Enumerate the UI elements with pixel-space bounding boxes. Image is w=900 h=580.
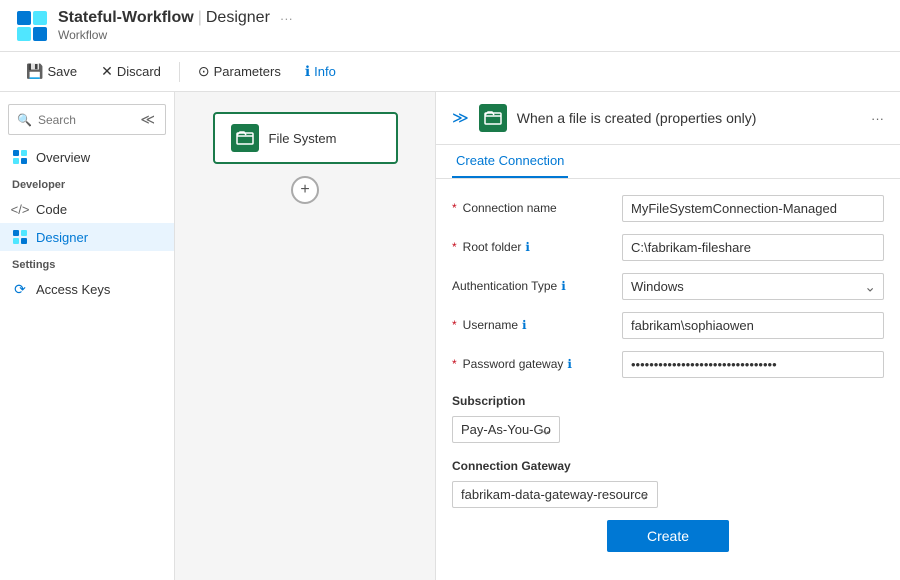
overview-label: Overview [36, 150, 90, 165]
title-divider: | [198, 9, 202, 27]
designer-icon [12, 229, 28, 245]
root-folder-info-icon[interactable]: ℹ [525, 240, 530, 254]
username-info-icon[interactable]: ℹ [522, 318, 527, 332]
info-icon: ℹ [305, 63, 310, 80]
search-box[interactable]: 🔍 ≪ [8, 104, 166, 135]
search-input[interactable] [38, 113, 132, 127]
connection-name-field [622, 195, 884, 222]
header-dots[interactable]: ··· [280, 11, 293, 26]
subscription-field: Pay-As-You-Go [452, 416, 560, 443]
auth-type-info-icon[interactable]: ℹ [561, 279, 566, 293]
add-icon: + [300, 181, 309, 199]
panel-header-title: When a file is created (properties only) [517, 110, 861, 126]
discard-button[interactable]: ✕ Discard [91, 59, 171, 84]
connection-name-label: * Connection name [452, 195, 612, 215]
app-section: Designer [206, 9, 270, 27]
panel-header-icon [479, 104, 507, 132]
toolbar: 💾 Save ✕ Discard ⊙ Parameters ℹ Info [0, 52, 900, 92]
search-icon: 🔍 [17, 113, 32, 127]
overview-icon [12, 149, 28, 165]
form-row-subscription: Subscription Pay-As-You-Go [452, 390, 884, 443]
form-row-gateway: Connection Gateway fabrikam-data-gateway… [452, 455, 884, 508]
username-label: * Username ℹ [452, 312, 612, 332]
auth-type-field: Windows Basic [622, 273, 884, 300]
sidebar: 🔍 ≪ Overview Developer </> Code Designer… [0, 92, 175, 580]
root-folder-label: * Root folder ℹ [452, 234, 612, 254]
access-keys-icon: ⟳ [12, 281, 28, 297]
developer-section: Developer [0, 171, 174, 195]
canvas-node-label: File System [269, 131, 337, 146]
root-folder-field [622, 234, 884, 261]
discard-icon: ✕ [101, 63, 113, 80]
sidebar-item-designer[interactable]: Designer [0, 223, 174, 251]
sidebar-item-overview[interactable]: Overview [0, 143, 174, 171]
form-row-password: * Password gateway ℹ [452, 351, 884, 378]
sidebar-item-access-keys[interactable]: ⟳ Access Keys [0, 275, 174, 303]
app-subtitle: Workflow [58, 28, 107, 42]
access-keys-label: Access Keys [36, 282, 110, 297]
info-button[interactable]: ℹ Info [295, 59, 346, 84]
panel-header: ≫ When a file is created (properties onl… [436, 92, 900, 145]
root-folder-input[interactable] [622, 234, 884, 261]
panel: ≫ When a file is created (properties onl… [435, 92, 900, 580]
main-layout: 🔍 ≪ Overview Developer </> Code Designer… [0, 92, 900, 580]
collapse-icon[interactable]: ≪ [138, 109, 157, 130]
canvas-node-file-system[interactable]: File System [213, 112, 398, 164]
panel-tabs: Create Connection [436, 145, 900, 179]
code-label: Code [36, 202, 67, 217]
create-button[interactable]: Create [607, 520, 729, 552]
code-icon: </> [12, 201, 28, 217]
panel-body: * Connection name * Root folder ℹ [436, 179, 900, 580]
gateway-section-label: Connection Gateway [452, 459, 571, 473]
form-row-connection-name: * Connection name [452, 195, 884, 222]
password-field [622, 351, 884, 378]
subscription-select[interactable]: Pay-As-You-Go [452, 416, 560, 443]
sidebar-item-code[interactable]: </> Code [0, 195, 174, 223]
app-title-group: Stateful-Workflow | Designer ··· Workflo… [58, 9, 293, 42]
file-system-node-icon [231, 124, 259, 152]
username-field [622, 312, 884, 339]
app-name: Stateful-Workflow [58, 9, 194, 27]
panel-expand-icon[interactable]: ≫ [452, 108, 469, 128]
add-step-button[interactable]: + [291, 176, 319, 204]
auth-type-label: Authentication Type ℹ [452, 273, 612, 293]
gateway-select[interactable]: fabrikam-data-gateway-resource [452, 481, 658, 508]
username-input[interactable] [622, 312, 884, 339]
password-info-icon[interactable]: ℹ [567, 357, 572, 371]
form-row-username: * Username ℹ [452, 312, 884, 339]
form-row-auth-type: Authentication Type ℹ Windows Basic [452, 273, 884, 300]
toolbar-separator [179, 62, 180, 82]
form-row-root-folder: * Root folder ℹ [452, 234, 884, 261]
save-button[interactable]: 💾 Save [16, 59, 87, 84]
auth-type-select[interactable]: Windows Basic [622, 273, 884, 300]
password-input[interactable] [622, 351, 884, 378]
tab-create-connection[interactable]: Create Connection [452, 145, 568, 178]
app-header: Stateful-Workflow | Designer ··· Workflo… [0, 0, 900, 52]
connection-name-input[interactable] [622, 195, 884, 222]
app-logo [16, 10, 48, 42]
settings-section: Settings [0, 251, 174, 275]
parameters-icon: ⊙ [198, 63, 210, 80]
subscription-section-label: Subscription [452, 394, 525, 408]
panel-header-menu[interactable]: ··· [871, 111, 884, 126]
password-label: * Password gateway ℹ [452, 351, 612, 371]
canvas-area: File System + [175, 92, 435, 580]
save-icon: 💾 [26, 63, 43, 80]
designer-label: Designer [36, 230, 88, 245]
parameters-button[interactable]: ⊙ Parameters [188, 59, 291, 84]
gateway-field: fabrikam-data-gateway-resource [452, 481, 658, 508]
